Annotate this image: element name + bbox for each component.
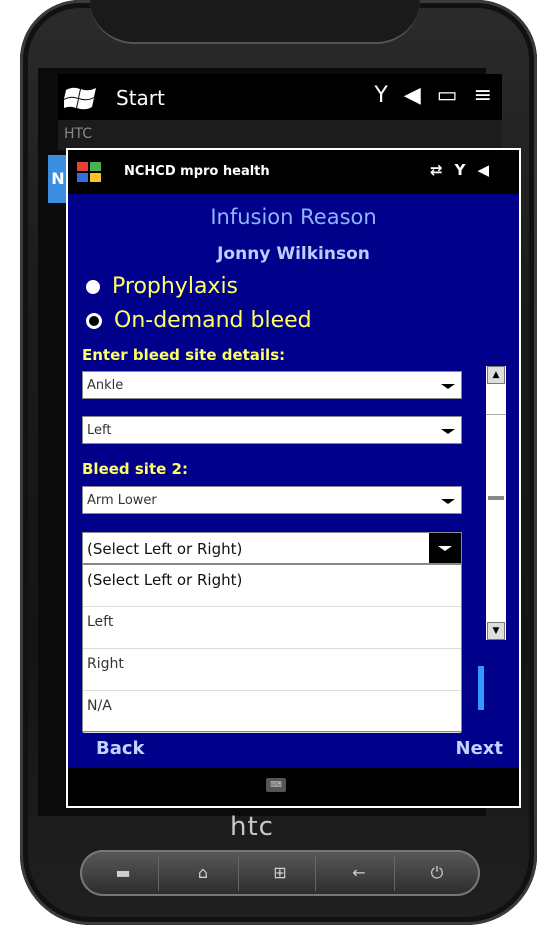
bleed-site-2-label: Bleed site 2: xyxy=(82,460,188,478)
keyboard-icon[interactable]: ⌨ xyxy=(266,778,286,792)
scroll-indicator xyxy=(478,666,484,710)
radio-unselected-icon[interactable] xyxy=(86,312,102,329)
phone-top-bezel xyxy=(90,0,420,44)
dropdown-option[interactable]: Right xyxy=(83,649,461,691)
select-value: Arm Lower xyxy=(87,493,157,508)
page-title: Infusion Reason xyxy=(210,205,377,229)
dropdown-option[interactable]: N/A xyxy=(83,691,461,733)
end-call-icon[interactable]: ⏻ xyxy=(402,855,472,891)
signal-icon: Y xyxy=(454,161,466,179)
os-status-bar: Start Y ◀ ▭ ≡ xyxy=(58,74,502,120)
softkey-bar: ⌨ xyxy=(68,768,519,806)
carrier-label: HTC xyxy=(64,126,93,142)
scrollbar-track[interactable] xyxy=(486,384,506,415)
scroll-up-icon[interactable]: ▲ xyxy=(487,366,505,384)
sync-icon: ⇄ xyxy=(430,161,443,179)
bleed-site-label: Enter bleed site details: xyxy=(82,346,286,364)
side-dropdown-list[interactable]: (Select Left or Right) Left Right N/A xyxy=(82,564,462,733)
radio-on-demand-bleed[interactable]: On-demand bleed xyxy=(86,308,312,333)
patient-name: Jonny Wilkinson xyxy=(217,244,370,264)
chevron-down-icon[interactable] xyxy=(441,499,455,504)
bleed-site-1-side-select[interactable]: Left xyxy=(82,416,462,444)
dropdown-toggle[interactable] xyxy=(429,533,461,563)
chevron-down-icon[interactable] xyxy=(441,384,455,389)
bleed-site-2-side-select[interactable]: (Select Left or Right) xyxy=(82,532,462,564)
carrier-strip: HTC xyxy=(58,120,502,150)
radio-label: Prophylaxis xyxy=(112,274,239,299)
radio-label: On-demand bleed xyxy=(114,308,312,333)
scroll-down-icon[interactable]: ▼ xyxy=(487,622,505,640)
radio-selected-icon[interactable] xyxy=(86,279,100,294)
windows-key-icon[interactable]: ⊞ xyxy=(245,855,316,891)
select-value: Ankle xyxy=(87,378,124,393)
home-icon[interactable]: ⌂ xyxy=(168,855,239,891)
back-arrow-icon[interactable]: ← xyxy=(324,855,395,891)
dropdown-option[interactable]: (Select Left or Right) xyxy=(83,565,461,607)
app-status-icons: ⇄ Y ◀ xyxy=(430,161,489,179)
bleed-site-2-location-select[interactable]: Arm Lower xyxy=(82,486,462,514)
radio-prophylaxis[interactable]: Prophylaxis xyxy=(86,274,238,299)
speaker-icon[interactable]: ◀ xyxy=(404,83,421,108)
bleed-site-1-location-select[interactable]: Ankle xyxy=(82,371,462,399)
scrollbar[interactable]: ▲ ▼ xyxy=(486,366,506,640)
windows-flag-icon[interactable] xyxy=(64,82,98,112)
scrollbar-thumb[interactable] xyxy=(488,496,504,500)
select-value: Left xyxy=(87,423,112,438)
select-value: (Select Left or Right) xyxy=(87,540,243,558)
windows-flag-icon[interactable] xyxy=(76,160,104,184)
chevron-down-icon[interactable] xyxy=(438,546,452,551)
signal-icon: Y xyxy=(374,83,388,108)
app-title: NCHCD mpro health xyxy=(124,164,270,179)
start-label[interactable]: Start xyxy=(116,86,165,110)
menu-icon[interactable]: ≡ xyxy=(474,83,492,108)
next-button[interactable]: Next xyxy=(456,738,504,759)
speaker-icon[interactable]: ◀ xyxy=(477,161,489,179)
dropdown-option[interactable]: Left xyxy=(83,607,461,649)
status-icons: Y ◀ ▭ ≡ xyxy=(374,83,492,108)
hardware-buttons: ▬ ⌂ ⊞ ← ⏻ xyxy=(80,850,480,896)
call-icon[interactable]: ▬ xyxy=(88,855,159,891)
brand-logo: htc xyxy=(230,812,274,842)
app-window: NCHCD mpro health ⇄ Y ◀ Infusion Reason … xyxy=(66,148,521,808)
app-title-bar: NCHCD mpro health ⇄ Y ◀ xyxy=(68,150,519,194)
battery-icon: ▭ xyxy=(436,83,458,108)
chevron-down-icon[interactable] xyxy=(441,429,455,434)
side-tab[interactable]: N xyxy=(48,155,68,203)
back-button[interactable]: Back xyxy=(96,738,145,759)
